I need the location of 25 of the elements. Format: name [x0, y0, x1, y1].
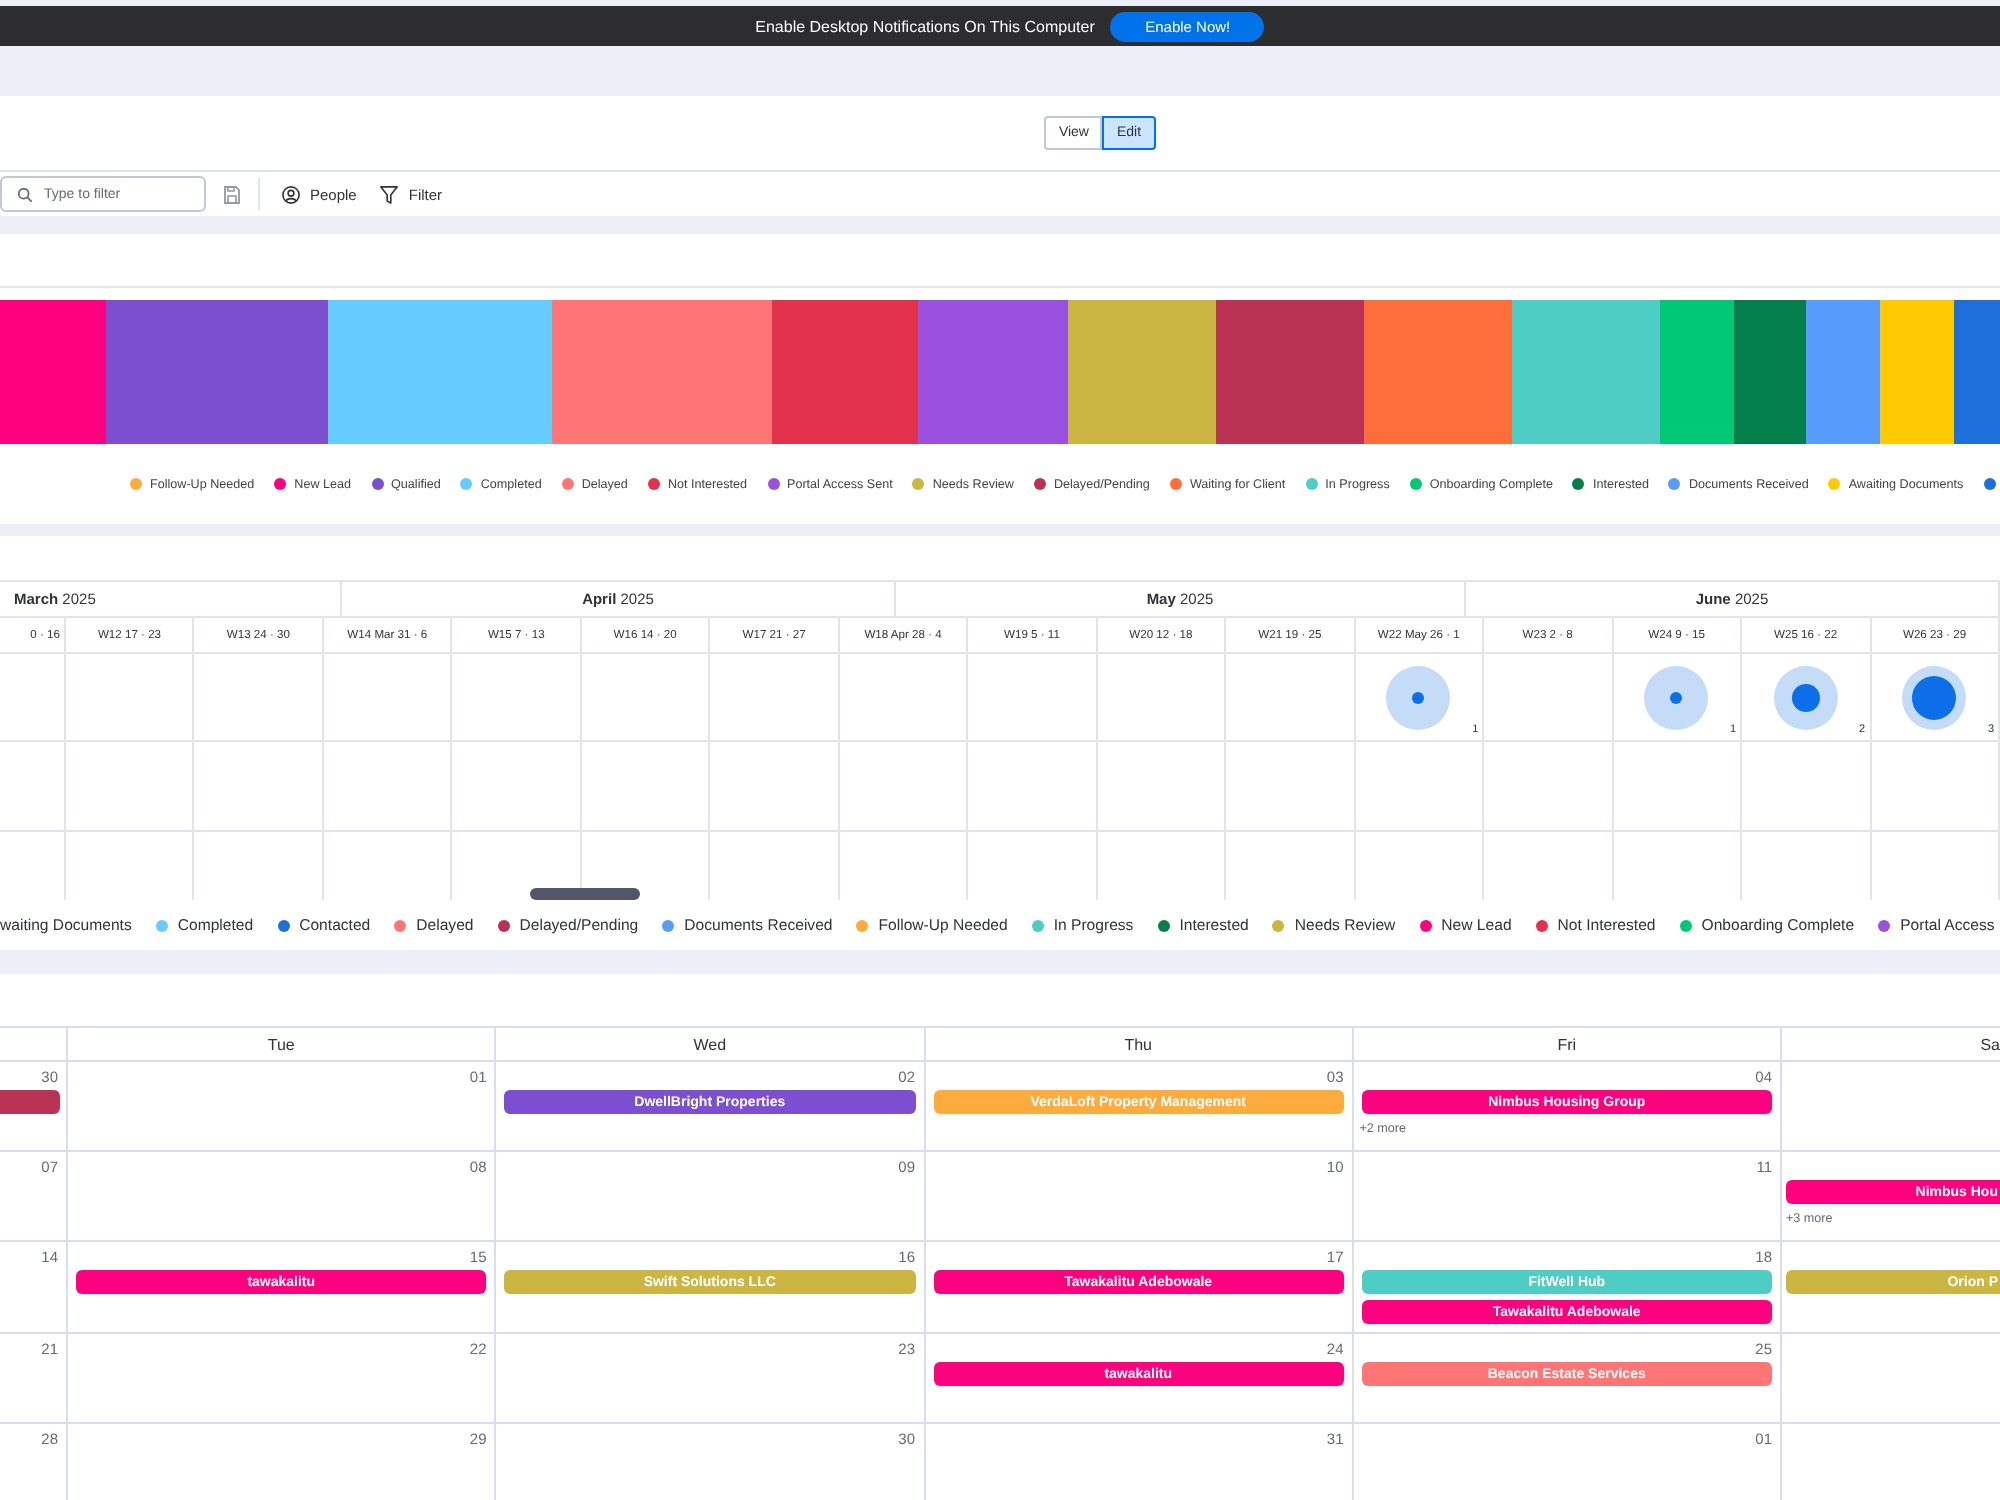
day-header: Tue	[68, 1028, 497, 1062]
day-header: Thu	[925, 1028, 1354, 1062]
grid-cell	[0, 742, 66, 832]
grid-cell	[66, 742, 195, 832]
grid-cell	[1097, 742, 1227, 832]
search-icon	[18, 187, 32, 201]
grid-cell	[323, 742, 453, 832]
scrollbar-thumb[interactable]	[530, 888, 640, 900]
grid-cell	[1484, 742, 1614, 832]
grid-cell	[968, 742, 1098, 832]
grid-cell	[710, 742, 840, 832]
grid-cell	[839, 742, 969, 832]
notification-message: Enable Desktop Notifications On This Computer	[755, 17, 1095, 35]
bubble-icon	[1773, 665, 1838, 729]
save-icon[interactable]	[224, 185, 240, 203]
person-icon	[282, 185, 300, 203]
grid-cell	[1226, 742, 1356, 832]
bubble-icon	[1644, 665, 1709, 729]
grid-cell	[194, 742, 324, 832]
filter-icon	[380, 185, 399, 203]
bubble-icon	[1386, 665, 1451, 729]
day-header: Fri	[1353, 1028, 1782, 1062]
day-header: Wed	[496, 1028, 925, 1062]
bubble-icon	[1902, 665, 1967, 729]
day-header: Sa	[1782, 1028, 2000, 1062]
